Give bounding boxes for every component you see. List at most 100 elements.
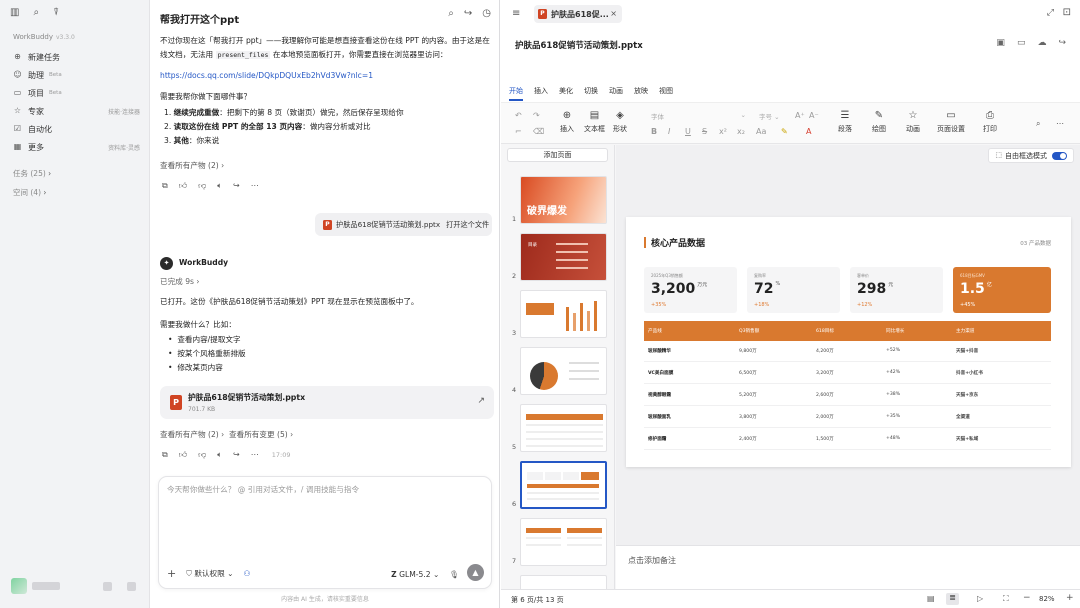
share-icon[interactable]: ↪ xyxy=(464,9,472,19)
highlight-icon[interactable]: ✎ xyxy=(781,127,788,136)
plus-icon[interactable]: + xyxy=(167,568,176,579)
microphone-icon[interactable]: 🎙︎ xyxy=(449,571,459,579)
doc-link[interactable]: https://docs.qq.com/slide/DQkpDQUxEb2hVd… xyxy=(160,69,495,83)
zoom-in-icon[interactable]: + xyxy=(1066,593,1074,603)
text-case-icon[interactable]: Aa xyxy=(756,127,766,136)
filter-icon[interactable]: ⍒ xyxy=(53,8,59,18)
sidebar-item-new-task[interactable]: ⊕ 新建任务 xyxy=(12,50,140,64)
thumbs-up-icon[interactable]: 👍︎ xyxy=(179,451,187,459)
font-select[interactable]: 字体 ⌄ xyxy=(651,111,746,122)
sidebar-item-more[interactable]: ▦ 更多 资料库·灵感 xyxy=(12,140,140,154)
tab-animation[interactable]: 动画 xyxy=(609,86,623,101)
paragraph-button[interactable]: ☰ 段落 xyxy=(838,111,852,134)
italic-icon[interactable]: I xyxy=(668,127,670,136)
clear-format-icon[interactable]: ⌫ xyxy=(533,127,544,136)
more-icon[interactable]: ⋯ xyxy=(1056,119,1064,128)
speaker-icon[interactable]: 🔈︎ xyxy=(217,451,222,459)
increase-font-icon[interactable]: A⁺ xyxy=(795,111,805,120)
zoom-level[interactable]: 82% xyxy=(1039,595,1055,603)
redo-icon[interactable]: ↷ xyxy=(533,111,540,120)
slide-thumb-5[interactable] xyxy=(520,404,607,452)
search-icon[interactable]: ⌕ xyxy=(33,8,39,18)
user-avatar[interactable] xyxy=(11,578,27,594)
open-external-icon[interactable]: ↗ xyxy=(477,396,485,406)
bold-icon[interactable]: B xyxy=(651,127,657,136)
undo-icon[interactable]: ↶ xyxy=(515,111,522,120)
outline-view-icon[interactable]: ≣ xyxy=(946,593,959,605)
underline-icon[interactable]: U xyxy=(685,127,691,136)
thumbs-up-icon[interactable]: 👍︎ xyxy=(179,182,187,190)
font-color-icon[interactable]: A xyxy=(806,127,811,136)
shape-button[interactable]: ◈ 形状 xyxy=(613,111,627,134)
draw-button[interactable]: ✎ 绘图 xyxy=(872,111,886,134)
print-button[interactable]: ⎙ 打印 xyxy=(983,111,997,134)
thumbs-down-icon[interactable]: 👎︎ xyxy=(198,451,206,459)
slide-thumb-1[interactable]: 破界爆发 xyxy=(520,176,607,224)
history-icon[interactable]: ◷ xyxy=(482,9,491,19)
file-card[interactable]: P 护肤品618促销节活动策划.pptx 701.7 KB ↗ xyxy=(160,386,494,419)
file-tab[interactable]: P 护肤品618促... × xyxy=(534,5,622,23)
notes-toggle-icon[interactable]: ▤ xyxy=(927,594,935,603)
sidebar-toggle-icon[interactable]: ▥ xyxy=(10,8,19,18)
format-painter-icon[interactable]: ⌐ xyxy=(515,127,522,136)
search-icon[interactable]: ⌕ xyxy=(1036,119,1040,129)
animation-button[interactable]: ☆ 动画 xyxy=(906,111,920,134)
view-artifacts-link[interactable]: 查看所有产物 (2) › xyxy=(160,430,224,439)
more-icon[interactable]: ⋯ xyxy=(251,182,259,190)
subscript-icon[interactable]: x₂ xyxy=(737,127,745,136)
menu-icon[interactable]: ≡ xyxy=(512,9,520,19)
slide-preview[interactable]: 核心产品数据 03 产品数据 2025年Q3销售额 3,200 万元 +35% 复… xyxy=(626,217,1071,467)
decrease-font-icon[interactable]: A⁻ xyxy=(809,111,819,120)
copy-icon[interactable]: ⧉ xyxy=(162,451,168,459)
tab-transition[interactable]: 切换 xyxy=(584,86,598,101)
add-page-button[interactable]: 添加页面 xyxy=(507,148,608,162)
save-icon[interactable]: ▣ xyxy=(996,38,1005,48)
textbox-button[interactable]: ▤ 文本框 xyxy=(584,111,605,134)
skill-toggle-icon[interactable]: ⚇ xyxy=(244,569,251,578)
thumbs-down-icon[interactable]: 👎︎ xyxy=(198,182,206,190)
user-file-name[interactable]: 护肤品618促销节活动策划.pptx xyxy=(336,220,440,230)
help-icon[interactable] xyxy=(127,582,136,591)
share-icon[interactable]: ↪ xyxy=(233,182,240,190)
sidebar-item-automation[interactable]: ☑ 自动化 xyxy=(12,122,140,136)
model-select[interactable]: Z GLM-5.2 ⌄ xyxy=(391,570,439,579)
notes-input[interactable]: 点击添加备注 xyxy=(616,545,1080,589)
fit-icon[interactable]: ⛶ xyxy=(1003,594,1009,604)
share-icon[interactable]: ↪ xyxy=(233,451,240,459)
search-icon[interactable]: ⌕ xyxy=(448,9,454,19)
tab-slideshow[interactable]: 放映 xyxy=(634,86,648,101)
slide-thumb-3[interactable] xyxy=(520,290,607,338)
sidebar-item-projects[interactable]: ▭ 项目 Beta xyxy=(12,86,140,100)
sidebar-item-experts[interactable]: ☆ 专家 技能·连接器 xyxy=(12,104,140,118)
section-tasks[interactable]: 任务 (25) › xyxy=(13,168,51,179)
settings-icon[interactable] xyxy=(103,582,112,591)
section-spaces[interactable]: 空间 (4) › xyxy=(13,187,46,198)
tab-insert[interactable]: 插入 xyxy=(534,86,548,101)
close-icon[interactable]: × xyxy=(610,10,617,18)
zoom-out-icon[interactable]: − xyxy=(1023,593,1031,603)
strikethrough-icon[interactable]: S xyxy=(702,127,707,136)
page-setup-button[interactable]: ▭ 页面设置 xyxy=(937,111,965,134)
font-size-select[interactable]: 字号 ⌄ xyxy=(759,111,787,122)
slide-thumb-4[interactable] xyxy=(520,347,607,395)
play-icon[interactable]: ▷ xyxy=(977,594,983,603)
cloud-upload-icon[interactable]: ☁ xyxy=(1037,38,1046,48)
share-icon[interactable]: ↪ xyxy=(1058,38,1066,48)
tab-home[interactable]: 开始 xyxy=(509,86,523,101)
close-panel-icon[interactable]: ⊡ xyxy=(1063,8,1071,18)
slide-thumb-2[interactable]: 目录 xyxy=(520,233,607,281)
speaker-icon[interactable]: 🔈︎ xyxy=(217,182,222,190)
permission-select[interactable]: ⛉ 默认权限 ⌄ xyxy=(186,568,233,579)
view-changes-link[interactable]: 查看所有变更 (5) › xyxy=(229,430,293,439)
free-select-toggle[interactable]: ⬚ 自由框选模式 xyxy=(988,148,1074,163)
chat-input[interactable]: 今天帮你做些什么？ @ 引用对话文件，/ 调用技能与指令 xyxy=(167,484,359,495)
more-icon[interactable]: ⋯ xyxy=(251,451,259,459)
tab-design[interactable]: 美化 xyxy=(559,86,573,101)
run-status[interactable]: 已完成 9s › xyxy=(160,275,495,289)
copy-icon[interactable]: ⧉ xyxy=(162,182,168,190)
tab-view[interactable]: 视图 xyxy=(659,86,673,101)
sidebar-item-assistant[interactable]: ☺ 助理 Beta xyxy=(12,68,140,82)
slide-thumb-6-active[interactable] xyxy=(520,461,607,509)
insert-button[interactable]: ⊕ 插入 xyxy=(560,111,574,134)
slide-thumb-7[interactable] xyxy=(520,518,607,566)
